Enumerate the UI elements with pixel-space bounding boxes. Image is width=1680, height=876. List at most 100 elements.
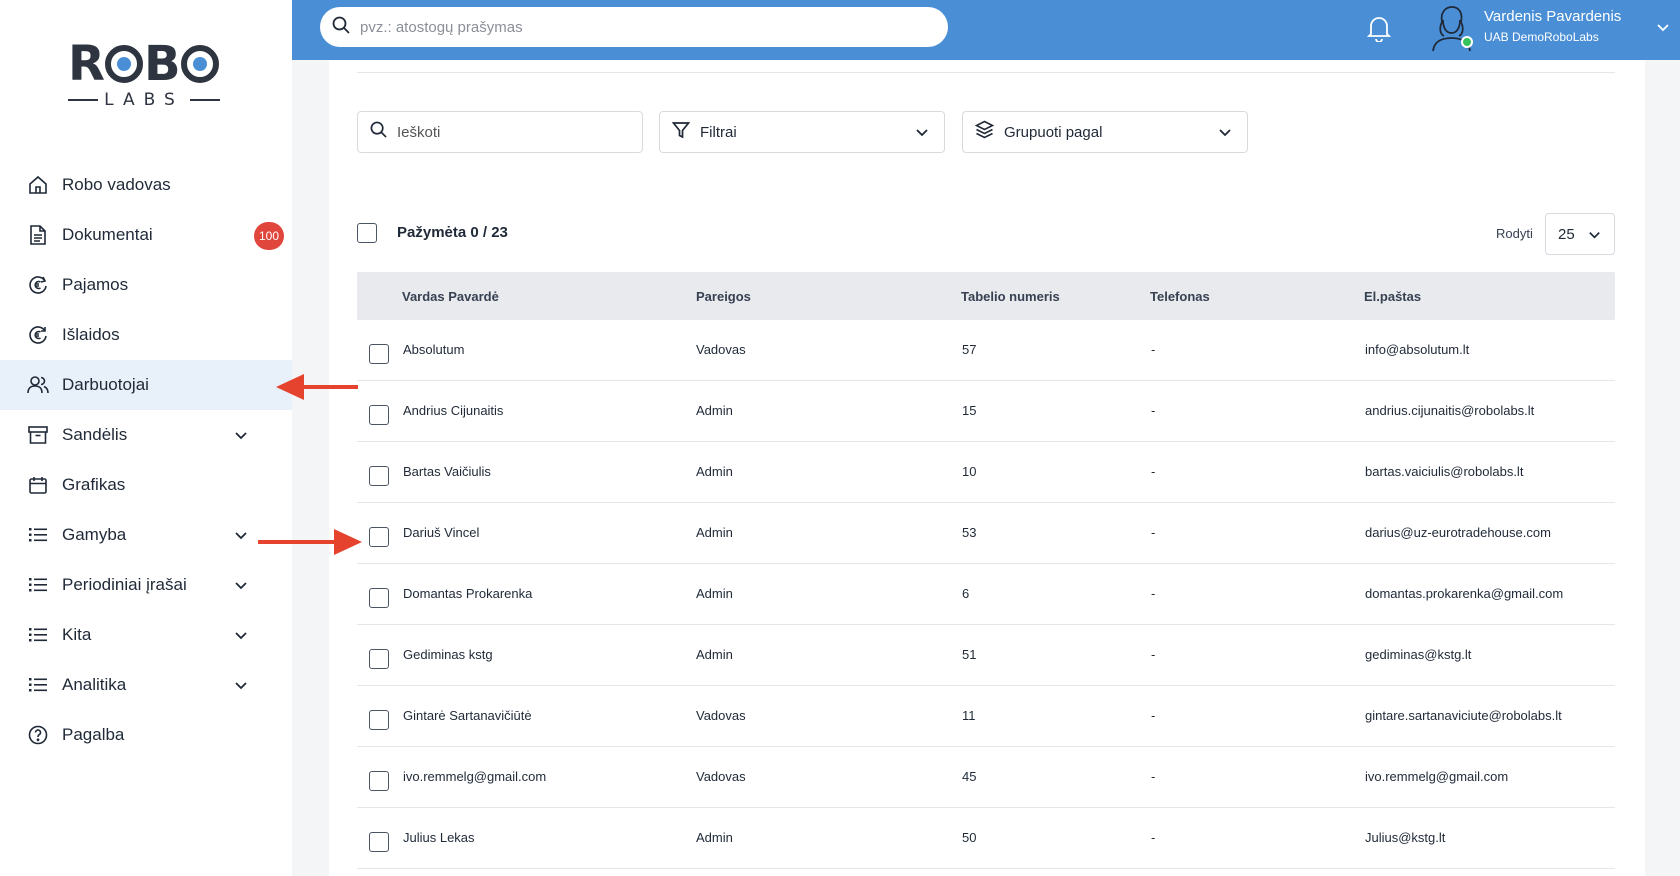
cell-email: ivo.remmelg@gmail.com	[1365, 769, 1509, 784]
cell-name: Gintarė Sartanavičiūtė	[403, 708, 532, 723]
column-header-email[interactable]: El.paštas	[1364, 289, 1421, 304]
row-checkbox[interactable]	[369, 771, 389, 791]
divider	[357, 72, 1615, 73]
employee-search[interactable]	[357, 111, 643, 153]
row-checkbox[interactable]	[369, 588, 389, 608]
cell-email: darius@uz-eurotradehouse.com	[1365, 525, 1551, 540]
archive-icon	[27, 424, 49, 446]
home-icon	[27, 174, 49, 196]
cell-position: Vadovas	[696, 769, 746, 784]
column-header-phone[interactable]: Telefonas	[1150, 289, 1210, 304]
sidebar-item-periodiniai-irasai[interactable]: Periodiniai įrašai	[0, 560, 292, 610]
users-icon	[27, 374, 49, 396]
cell-position: Admin	[696, 403, 733, 418]
cell-position: Admin	[696, 525, 733, 540]
table-header: Vardas Pavardė Pareigos Tabelio numeris …	[357, 272, 1615, 320]
sidebar-item-dokumentai[interactable]: Dokumentai 100	[0, 210, 292, 260]
sidebar-item-sandelis[interactable]: Sandėlis	[0, 410, 292, 460]
chevron-down-icon[interactable]	[232, 426, 250, 444]
cell-position: Admin	[696, 647, 733, 662]
cell-phone: -	[1151, 525, 1156, 540]
list-icon	[27, 524, 49, 546]
cell-name: Domantas Prokarenka	[403, 586, 533, 601]
row-checkbox[interactable]	[369, 832, 389, 852]
sidebar-item-islaidos[interactable]: Išlaidos	[0, 310, 292, 360]
chevron-down-icon[interactable]	[232, 526, 250, 544]
cell-phone: -	[1151, 647, 1156, 662]
table-row[interactable]: Absolutum Vadovas 57 - info@absolutum.lt	[357, 320, 1615, 381]
page-size-label: Rodyti	[1496, 226, 1533, 241]
table-row[interactable]: Gediminas kstg Admin 51 - gediminas@kstg…	[357, 625, 1615, 686]
cell-tab-number: 11	[962, 708, 976, 723]
page-size-select[interactable]: 25	[1545, 213, 1615, 255]
cell-name: Dariuš Vincel	[403, 525, 480, 540]
list-icon	[27, 624, 49, 646]
employees-panel: Filtrai Grupuoti pagal Pažymėta 0 / 23 R…	[329, 60, 1645, 876]
user-name[interactable]: Vardenis Pavardenis	[1484, 8, 1621, 25]
euro-expense-icon	[27, 324, 49, 346]
column-header-tab-number[interactable]: Tabelio numeris	[961, 289, 1060, 304]
row-checkbox[interactable]	[369, 466, 389, 486]
user-company: UAB DemoRoboLabs	[1484, 30, 1599, 44]
table-row[interactable]: Domantas Prokarenka Admin 6 - domantas.p…	[357, 564, 1615, 625]
chevron-down-icon	[1587, 227, 1602, 242]
table-row[interactable]: Gintarė Sartanavičiūtė Vadovas 11 - gint…	[357, 686, 1615, 747]
table-row[interactable]: ivo.remmelg@gmail.com Vadovas 45 - ivo.r…	[357, 747, 1615, 808]
cell-email: gintare.sartanaviciute@robolabs.lt	[1365, 708, 1562, 723]
cell-phone: -	[1151, 708, 1156, 723]
topbar: Vardenis Pavardenis UAB DemoRoboLabs	[292, 0, 1680, 60]
select-all-checkbox[interactable]	[357, 223, 377, 243]
cell-tab-number: 6	[962, 586, 970, 601]
employee-search-input[interactable]	[397, 123, 597, 141]
row-checkbox[interactable]	[369, 710, 389, 730]
cell-position: Admin	[696, 586, 733, 601]
table-row[interactable]: Julius Lekas Admin 50 - Julius@kstg.lt	[357, 808, 1615, 869]
column-header-name[interactable]: Vardas Pavardė	[402, 289, 499, 304]
calendar-icon	[27, 474, 49, 496]
cell-phone: -	[1151, 586, 1156, 601]
chevron-down-icon[interactable]	[232, 626, 250, 644]
cell-position: Vadovas	[696, 708, 746, 723]
cell-phone: -	[1151, 464, 1156, 479]
sidebar-item-robo-vadovas[interactable]: Robo vadovas	[0, 160, 292, 210]
column-header-position[interactable]: Pareigos	[696, 289, 751, 304]
chevron-down-icon[interactable]	[232, 676, 250, 694]
table-row[interactable]: Andrius Cijunaitis Admin 15 - andrius.ci…	[357, 381, 1615, 442]
global-search[interactable]	[320, 7, 948, 47]
row-checkbox[interactable]	[369, 649, 389, 669]
sidebar-item-analitika[interactable]: Analitika	[0, 660, 292, 710]
sidebar-item-grafikas[interactable]: Grafikas	[0, 460, 292, 510]
cell-tab-number: 50	[962, 830, 977, 845]
cell-name: Andrius Cijunaitis	[403, 403, 504, 418]
cell-tab-number: 45	[962, 769, 977, 784]
filters-dropdown[interactable]: Filtrai	[659, 111, 945, 153]
list-icon	[27, 574, 49, 596]
list-icon	[27, 674, 49, 696]
table-row[interactable]: Dariuš Vincel Admin 53 - darius@uz-eurot…	[357, 503, 1615, 564]
cell-phone: -	[1151, 342, 1156, 357]
chevron-down-icon[interactable]	[232, 576, 250, 594]
chevron-down-icon[interactable]	[1654, 18, 1672, 36]
group-by-dropdown[interactable]: Grupuoti pagal	[962, 111, 1248, 153]
arrow-left-annotation	[276, 374, 358, 400]
sidebar-item-pajamos[interactable]: Pajamos	[0, 260, 292, 310]
search-icon	[370, 121, 387, 143]
robolabs-logo[interactable]: RB LABS	[68, 38, 220, 112]
cell-tab-number: 10	[962, 464, 977, 479]
row-checkbox[interactable]	[369, 344, 389, 364]
table-row[interactable]: Bartas Vaičiulis Admin 10 - bartas.vaici…	[357, 442, 1615, 503]
row-checkbox[interactable]	[369, 527, 389, 547]
row-checkbox[interactable]	[369, 405, 389, 425]
cell-phone: -	[1151, 403, 1156, 418]
sidebar-item-darbuotojai[interactable]: Darbuotojai	[0, 360, 292, 410]
bell-icon[interactable]	[1366, 14, 1392, 43]
cell-tab-number: 51	[962, 647, 977, 662]
sidebar-item-pagalba[interactable]: Pagalba	[0, 710, 292, 760]
cell-name: Julius Lekas	[403, 830, 475, 845]
sidebar-item-gamyba[interactable]: Gamyba	[0, 510, 292, 560]
cell-name: ivo.remmelg@gmail.com	[403, 769, 547, 784]
global-search-input[interactable]	[360, 18, 920, 36]
sidebar-item-kita[interactable]: Kita	[0, 610, 292, 660]
selected-count: Pažymėta 0 / 23	[397, 224, 508, 241]
cell-email: bartas.vaiciulis@robolabs.lt	[1365, 464, 1524, 479]
